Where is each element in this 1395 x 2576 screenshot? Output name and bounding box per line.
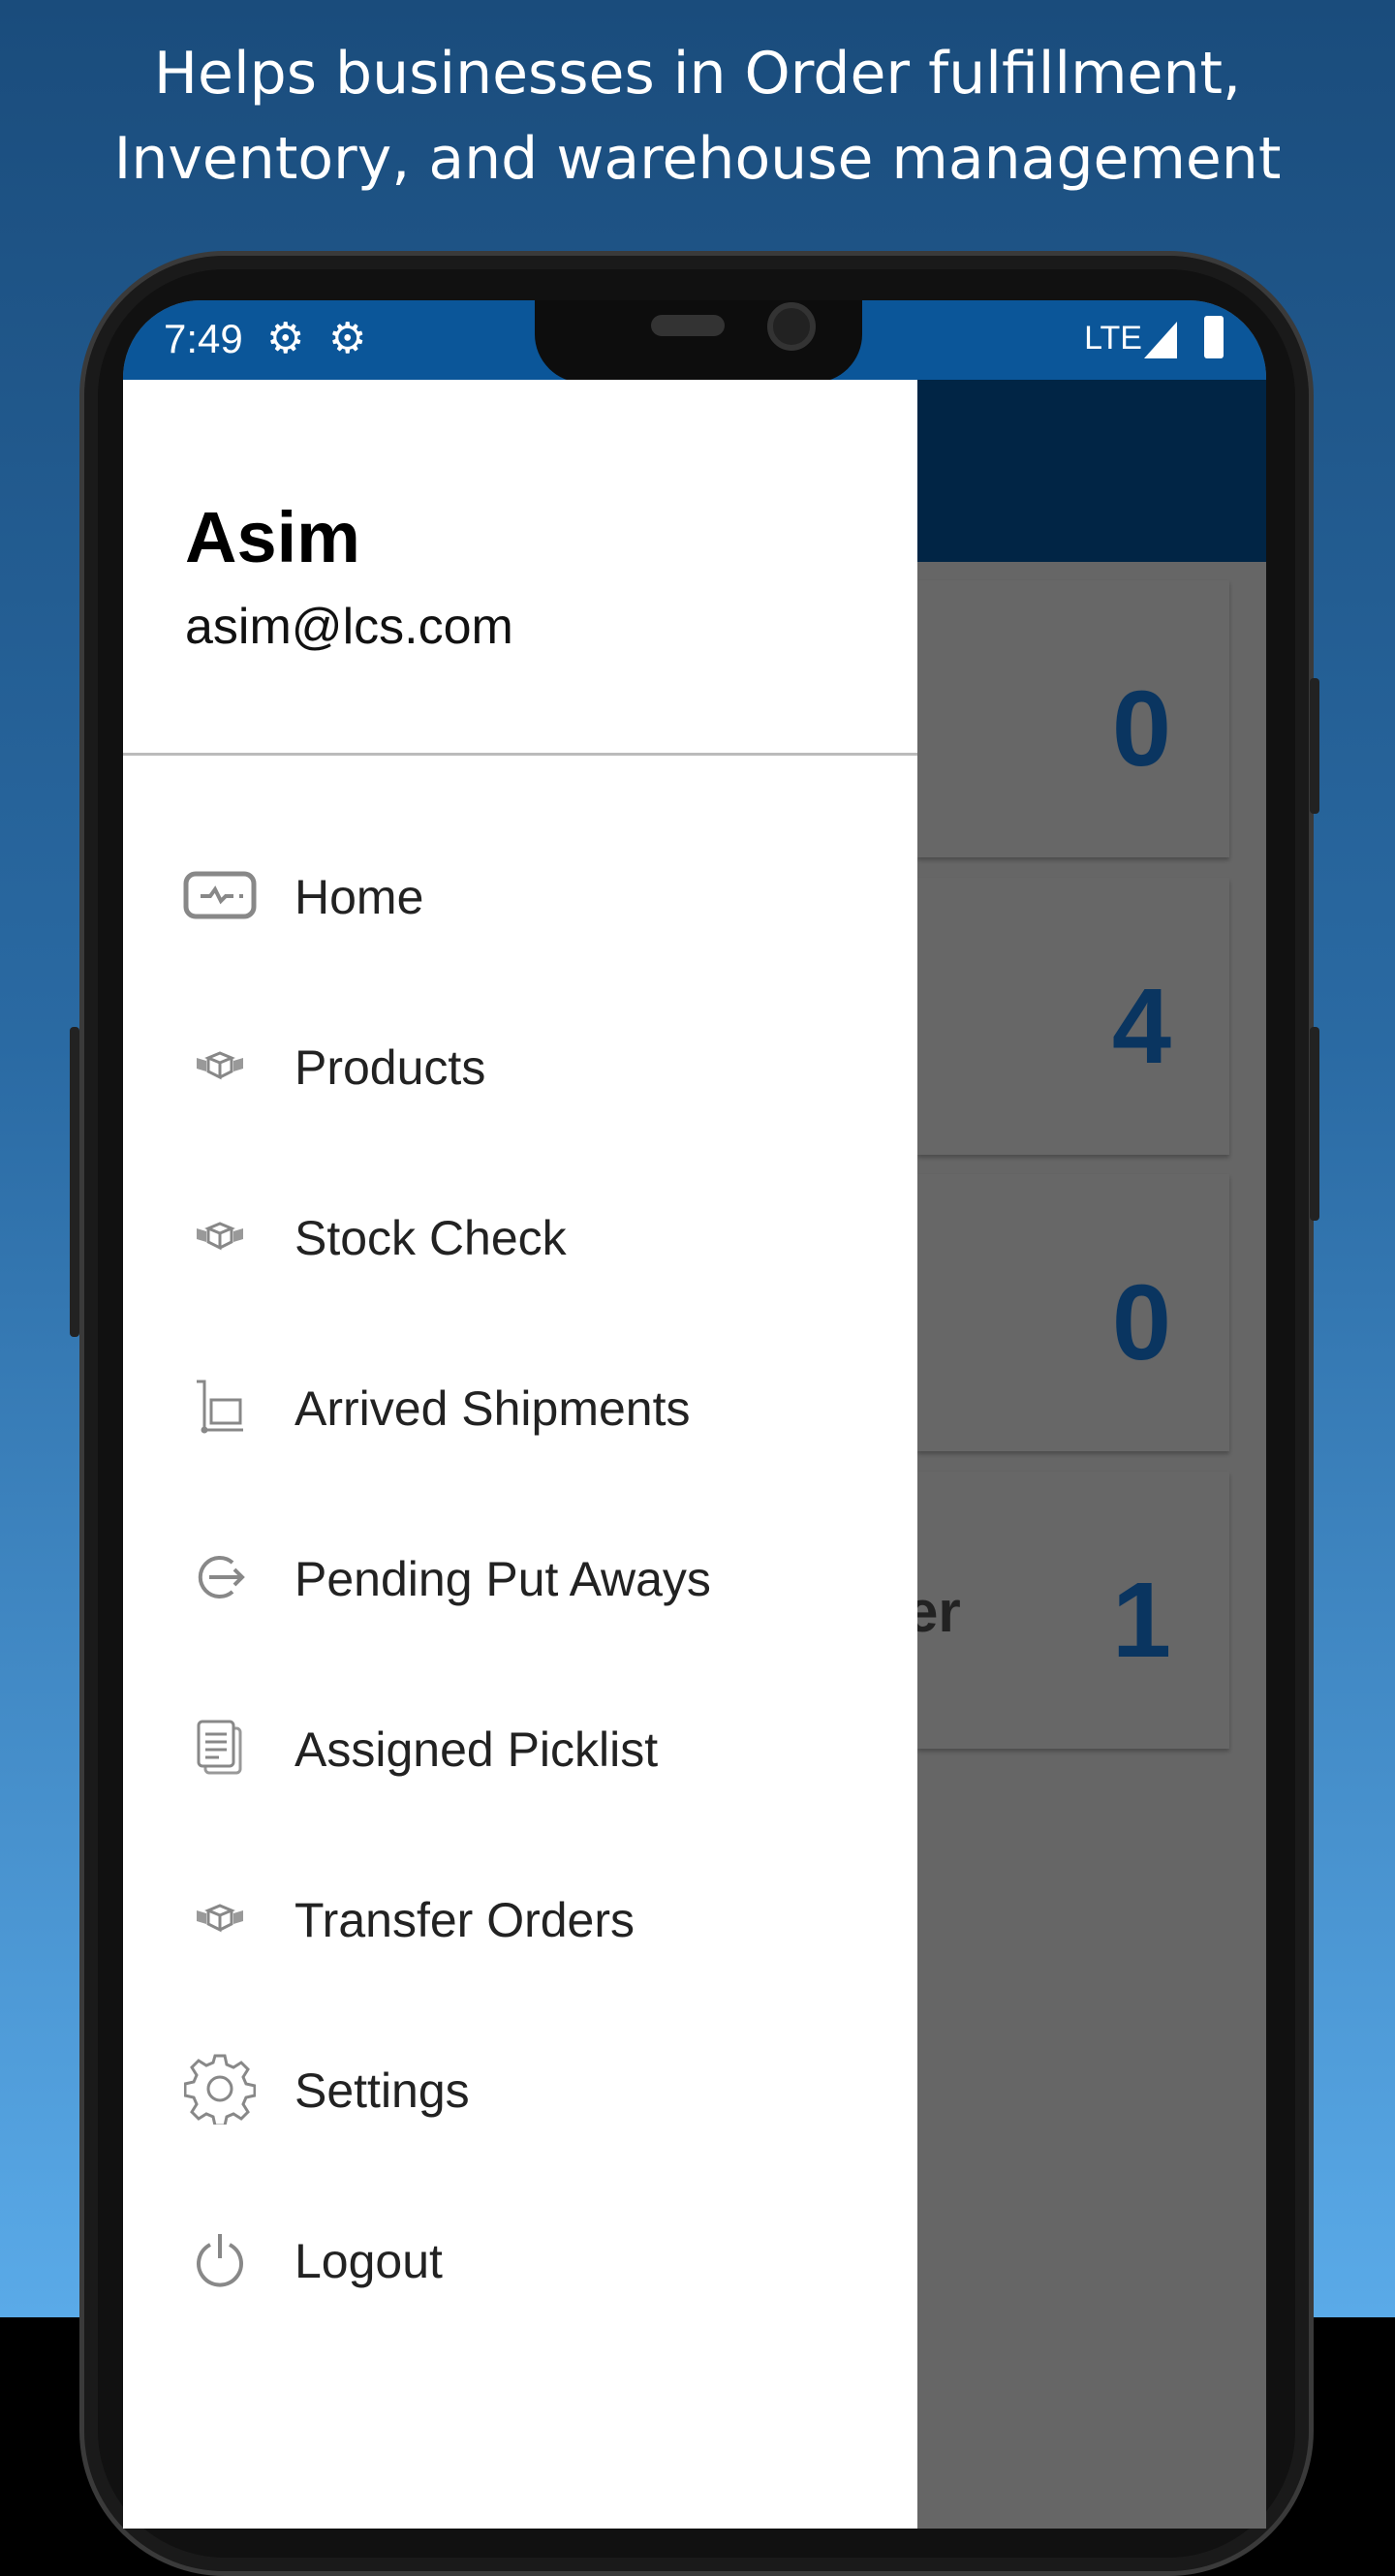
phone-side-button (1310, 1027, 1319, 1221)
put-away-arrow-icon (181, 1543, 259, 1611)
clock: 7:49 (164, 316, 243, 361)
phone-side-button (70, 1027, 79, 1337)
sidebar-item-label: Arrived Shipments (294, 1381, 691, 1436)
network-type: LTE (1084, 320, 1142, 357)
boxes-icon (181, 1202, 259, 1270)
headline-line-2: Inventory, and warehouse management (113, 125, 1282, 193)
headline: Helps businesses in Order fulfillment, I… (0, 31, 1395, 202)
signal-icon (1144, 322, 1177, 358)
sidebar-item-label: Logout (294, 2234, 443, 2288)
sidebar-item-label: Products (294, 1040, 486, 1095)
count-value: 0 (1111, 669, 1171, 789)
navigation-drawer: Asim asim@lcs.com Home Products Stock Chec… (123, 380, 917, 2529)
sidebar-item-assigned-picklist[interactable]: Assigned Picklist (123, 1675, 917, 1820)
sidebar-item-label: Settings (294, 2064, 470, 2118)
app-bar (917, 380, 1266, 562)
user-name: Asim (185, 497, 360, 577)
sidebar-item-label: Stock Check (294, 1211, 567, 1265)
boxes-icon (181, 1884, 259, 1952)
count-card[interactable]: 0 (917, 1174, 1229, 1451)
sidebar-item-label: Pending Put Aways (294, 1552, 711, 1606)
power-icon (181, 2225, 259, 2293)
count-value: 0 (1111, 1263, 1171, 1382)
gear-icon (181, 2054, 259, 2125)
count-value: 4 (1111, 967, 1171, 1086)
battery-icon (1204, 316, 1224, 358)
sidebar-item-settings[interactable]: Settings (123, 2016, 917, 2161)
sidebar-item-pending-put-aways[interactable]: Pending Put Aways (123, 1505, 917, 1650)
count-card[interactable]: 0 (917, 580, 1229, 857)
sidebar-item-logout[interactable]: Logout (123, 2187, 917, 2332)
phone-side-button (1310, 678, 1319, 814)
hand-truck-icon (181, 1373, 259, 1441)
count-value: 1 (1111, 1561, 1171, 1680)
dashboard-icon (181, 861, 259, 929)
phone-screen: 0 4 0 er 1 7:49 ⚙ ⚙ LTE Asim asim@lcs.com… (123, 300, 1266, 2529)
boxes-icon (181, 1032, 259, 1100)
divider (123, 753, 917, 756)
sidebar-item-products[interactable]: Products (123, 993, 917, 1138)
sidebar-item-stock-check[interactable]: Stock Check (123, 1164, 917, 1309)
sidebar-item-home[interactable]: Home (123, 822, 917, 968)
camera-icon (767, 302, 816, 351)
settings-notification-icon: ⚙ (266, 315, 305, 362)
user-email: asim@lcs.com (185, 599, 513, 655)
sidebar-item-arrived-shipments[interactable]: Arrived Shipments (123, 1334, 917, 1479)
headline-line-1: Helps businesses in Order fulfillment, (153, 40, 1242, 108)
sidebar-item-label: Transfer Orders (294, 1893, 636, 1947)
settings-notification-icon: ⚙ (328, 315, 367, 362)
count-card[interactable]: 4 (917, 878, 1229, 1155)
count-card[interactable]: er 1 (906, 1472, 1229, 1749)
sidebar-item-label: Assigned Picklist (294, 1723, 659, 1777)
speaker-icon (651, 315, 725, 336)
sidebar-item-transfer-orders[interactable]: Transfer Orders (123, 1846, 917, 1991)
camera-notch (535, 300, 862, 383)
documents-icon (181, 1714, 259, 1782)
sidebar-item-label: Home (294, 870, 424, 924)
